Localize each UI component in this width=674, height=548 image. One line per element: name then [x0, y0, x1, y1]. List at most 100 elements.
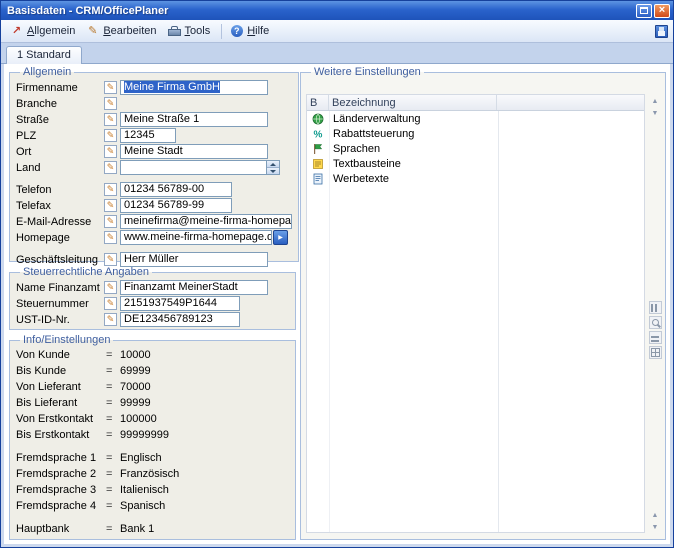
field-row: Telefax ✎ 01234 56789-99: [16, 198, 292, 213]
field-row: UST-ID-Nr. ✎ DE123456789123: [16, 312, 289, 327]
geschaeftsleitung-field[interactable]: Herr Müller: [120, 252, 268, 267]
tab-standard[interactable]: 1 Standard: [6, 46, 82, 64]
info-label: Fremdsprache 3: [16, 484, 106, 496]
info-value: Spanisch: [120, 500, 289, 512]
info-label: Von Erstkontakt: [16, 413, 106, 425]
ad-texts-icon: [307, 173, 329, 185]
info-row: Bis Kunde = 69999: [16, 364, 289, 378]
info-label: Von Lieferant: [16, 381, 106, 393]
grid-view-button[interactable]: [649, 346, 662, 359]
discount-icon: %: [307, 128, 329, 140]
info-row: Fremdsprache 1 = Englisch: [16, 451, 289, 465]
edit-icon-button[interactable]: ✎: [104, 313, 117, 326]
list-row[interactable]: Werbetexte: [307, 171, 644, 186]
land-select[interactable]: DE : Deutschland: [120, 160, 280, 175]
save-icon[interactable]: [655, 25, 668, 38]
group-weitere-title: Weitere Einstellungen: [311, 66, 424, 78]
info-row: Fremdsprache 3 = Italienisch: [16, 483, 289, 497]
telefon-field[interactable]: 01234 56789-00: [120, 182, 232, 197]
list-view-button[interactable]: [649, 331, 662, 344]
list-row[interactable]: % Rabattsteuerung: [307, 126, 644, 141]
info-value: Französisch: [120, 468, 289, 480]
close-button[interactable]: ×: [654, 4, 670, 18]
finanzamt-field[interactable]: Finanzamt MeinerStadt: [120, 280, 268, 295]
equals-sign: =: [106, 365, 120, 377]
edit-icon-button[interactable]: ✎: [104, 113, 117, 126]
steuernummer-field[interactable]: 2151937549P1644: [120, 296, 240, 311]
equals-sign: =: [106, 429, 120, 441]
columns-view-button[interactable]: [649, 301, 662, 314]
list-row[interactable]: Sprachen: [307, 141, 644, 156]
homepage-field[interactable]: www.meine-firma-homepage.de: [120, 230, 272, 245]
info-row: Bis Lieferant = 99999: [16, 396, 289, 410]
edit-icon-button[interactable]: ✎: [104, 199, 117, 212]
equals-sign: =: [106, 468, 120, 480]
group-steuerrechtliche-angaben: Steuerrechtliche Angaben Name Finanzamt …: [9, 266, 296, 330]
menu-bearbeiten-label: Bearbeiten: [103, 25, 156, 37]
maximize-icon: [640, 7, 648, 14]
strasse-field[interactable]: Meine Straße 1: [120, 112, 268, 127]
info-value: Bank 1: [120, 523, 289, 535]
grid-icon: [651, 348, 660, 357]
list-item-label: Werbetexte: [329, 173, 389, 185]
edit-icon: ✎: [86, 25, 99, 38]
search-button[interactable]: [649, 316, 662, 329]
edit-icon-button[interactable]: ✎: [104, 183, 117, 196]
scroll-up-button[interactable]: ▲: [649, 96, 661, 107]
field-label: UST-ID-Nr.: [16, 314, 104, 326]
titlebar: Basisdaten - CRM/OfficePlaner ×: [1, 1, 673, 20]
tabstrip: 1 Standard: [1, 43, 673, 64]
open-homepage-button[interactable]: ▶: [273, 230, 288, 245]
menu-tools[interactable]: Tools: [164, 23, 218, 40]
field-row: Ort ✎ Meine Stadt: [16, 144, 292, 159]
info-row: Bis Erstkontakt = 99999999: [16, 428, 289, 442]
email-field[interactable]: meinefirma@meine-firma-homepage.de: [120, 214, 292, 229]
maximize-button[interactable]: [636, 4, 652, 18]
list-header: B Bezeichnung: [307, 95, 644, 111]
edit-icon-button[interactable]: ✎: [104, 161, 117, 174]
info-label: Bis Kunde: [16, 365, 106, 377]
text-blocks-icon: [307, 158, 329, 170]
edit-icon-button[interactable]: ✎: [104, 297, 117, 310]
edit-icon-button[interactable]: ✎: [104, 145, 117, 158]
info-label: Bis Erstkontakt: [16, 429, 106, 441]
info-label: Bis Lieferant: [16, 397, 106, 409]
field-row: Steuernummer ✎ 2151937549P1644: [16, 296, 289, 311]
edit-icon-button[interactable]: ✎: [104, 253, 117, 266]
menu-tools-label: Tools: [185, 25, 211, 37]
edit-icon-button[interactable]: ✎: [104, 231, 117, 244]
info-label: Fremdsprache 1: [16, 452, 106, 464]
field-label: Homepage: [16, 232, 104, 244]
edit-icon-button[interactable]: ✎: [104, 129, 117, 142]
pencil-icon: ✎: [107, 163, 115, 172]
list-row[interactable]: Länderverwaltung: [307, 111, 644, 126]
telefax-field[interactable]: 01234 56789-99: [120, 198, 232, 213]
ustid-field[interactable]: DE123456789123: [120, 312, 240, 327]
plz-field[interactable]: 12345: [120, 128, 176, 143]
column-header-b[interactable]: B: [307, 95, 329, 110]
field-row: Straße ✎ Meine Straße 1: [16, 112, 292, 127]
column-header-bezeichnung[interactable]: Bezeichnung: [329, 95, 497, 110]
ort-field[interactable]: Meine Stadt: [120, 144, 268, 159]
list-row[interactable]: Textbausteine: [307, 156, 644, 171]
menu-allgemein-label: Allgemein: [27, 25, 75, 37]
edit-icon-button[interactable]: ✎: [104, 81, 117, 94]
info-value: 10000: [120, 349, 289, 361]
menu-allgemein[interactable]: ↗ Allgemein: [6, 23, 82, 40]
equals-sign: =: [106, 452, 120, 464]
edit-icon-button[interactable]: ✎: [104, 97, 117, 110]
menu-hilfe[interactable]: ? Hilfe: [226, 23, 276, 40]
field-row: Geschäftsleitung ✎ Herr Müller: [16, 252, 292, 267]
list-item-label: Sprachen: [329, 143, 380, 155]
edit-icon-button[interactable]: ✎: [104, 281, 117, 294]
field-row: Homepage ✎ www.meine-firma-homepage.de ▶: [16, 230, 292, 245]
firmenname-field[interactable]: Meine Firma GmbH: [120, 80, 268, 95]
menu-bearbeiten[interactable]: ✎ Bearbeiten: [82, 23, 163, 40]
equals-sign: =: [106, 349, 120, 361]
edit-icon-button[interactable]: ✎: [104, 215, 117, 228]
scroll-down-button[interactable]: ▼: [649, 522, 661, 533]
scroll-down-button[interactable]: ▼: [649, 108, 661, 119]
scroll-up-button[interactable]: ▲: [649, 510, 661, 521]
pencil-icon: ✎: [107, 115, 115, 124]
spin-down-button[interactable]: [267, 167, 279, 174]
